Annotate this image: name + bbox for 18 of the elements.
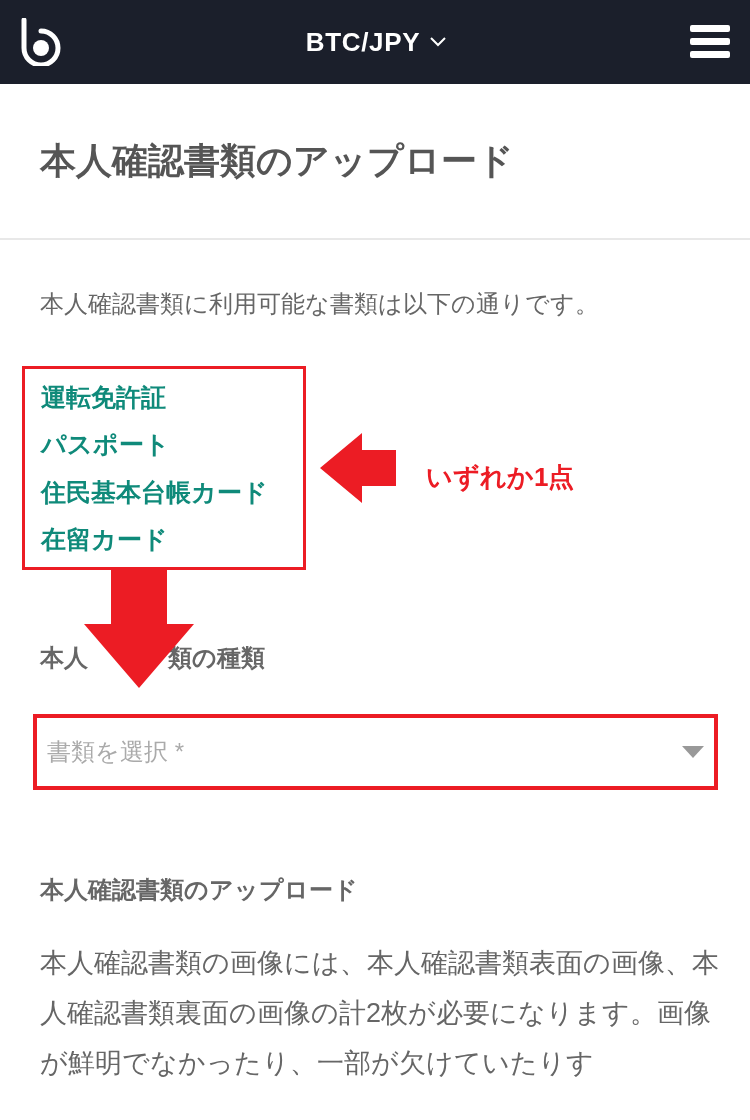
document-link[interactable]: 在留カード [41,517,287,561]
upload-description: 本人確認書類の画像には、本人確認書類表面の画像、本人確認書類裏面の画像の計2枚が必要になります。画像が鮮明でなかったり、一部が欠けていたりす [40,947,720,1080]
chevron-down-icon [430,37,447,47]
document-link[interactable]: 住民基本台帳カード [41,469,287,514]
field-label: 類の種類 [168,643,265,673]
intro-text: 本人確認書類に利用可能な書類は以下の通りです。 [40,289,600,319]
field-label: 本人 [40,643,88,673]
logo-icon[interactable] [20,18,62,66]
menu-icon[interactable] [690,25,730,59]
dropdown-caret-icon [682,746,704,758]
annotation-text: いずれか1点 [426,460,575,494]
document-link[interactable]: パスポート [41,422,287,467]
page-title: 本人確認書類のアップロード [40,139,514,183]
arrow-left-icon [320,433,396,503]
pair-selector[interactable]: BTC/JPY [305,22,447,62]
select-field[interactable]: 書類を選択 * [33,714,718,790]
section-heading: 本人確認書類のアップロード [40,875,359,905]
document-link[interactable]: 運転免許証 [41,375,287,419]
